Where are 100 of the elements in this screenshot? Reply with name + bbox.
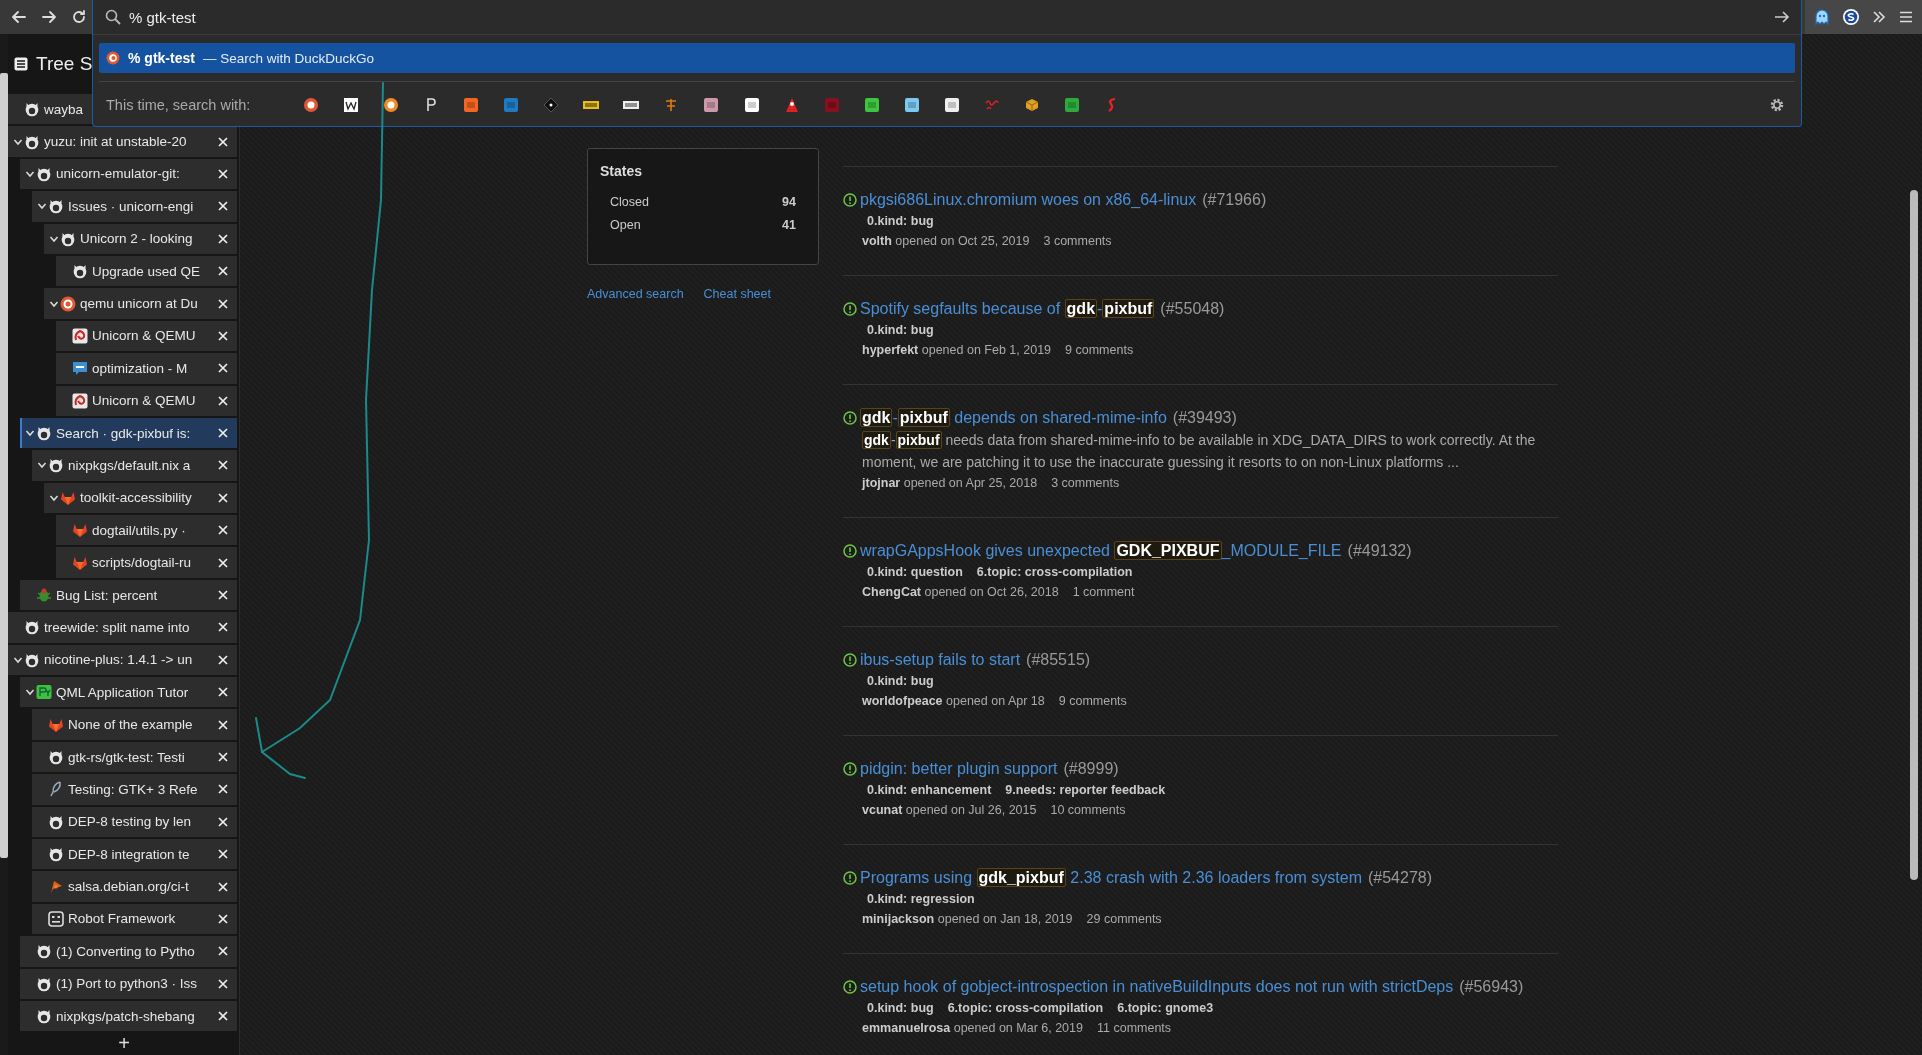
tree-tab[interactable]: Testing: GTK+ 3 Refe	[32, 774, 237, 805]
tree-tab[interactable]: DEP-8 integration te	[32, 839, 237, 870]
tree-tab[interactable]: treewide: split name into	[8, 612, 237, 643]
close-icon[interactable]	[217, 524, 229, 537]
tree-tab[interactable]: toolkit-accessibility	[44, 482, 237, 514]
close-icon[interactable]	[217, 232, 229, 245]
issue-label[interactable]: 6.topic: cross-compilation	[946, 1001, 1105, 1015]
tree-tab[interactable]: qemu unicorn at Du	[44, 288, 237, 319]
tree-tab[interactable]: nicotine-plus: 1.4.1 -> un	[8, 644, 237, 676]
issue-title-link[interactable]: pkgsi686Linux.chromium woes on x86_64-linux	[860, 191, 1197, 209]
search-engine-icon[interactable]	[303, 97, 319, 113]
reload-icon[interactable]	[70, 8, 88, 26]
close-icon[interactable]	[217, 329, 229, 342]
chevrons-icon[interactable]	[1871, 9, 1888, 25]
close-icon[interactable]	[217, 135, 229, 148]
link[interactable]: Cheat sheet	[703, 287, 771, 301]
issue-label[interactable]: 0.kind: bug	[866, 323, 935, 337]
search-engine-icon[interactable]	[743, 97, 760, 113]
tree-tab[interactable]: None of the example	[32, 709, 237, 740]
issue-title-link[interactable]: gdk-pixbuf depends on shared-mime-info	[860, 409, 1167, 427]
menu-icon[interactable]	[1898, 9, 1915, 25]
tree-tab[interactable]: nixpkgs/patch-shebang	[20, 1000, 237, 1032]
comment-count[interactable]: 9 comments	[1058, 694, 1127, 708]
issue-title-link[interactable]: Spotify segfaults because of gdk-pixbuf	[860, 300, 1155, 318]
caret-icon[interactable]	[24, 428, 35, 439]
search-engine-icon[interactable]	[343, 97, 360, 113]
tree-tab[interactable]: Upgrade used QE	[56, 255, 237, 287]
issue-label[interactable]: 0.kind: bug	[866, 214, 935, 228]
issue-title-link[interactable]: pidgin: better plugin support	[860, 760, 1058, 778]
tree-tab[interactable]: DEP-8 testing by len	[32, 806, 237, 837]
close-icon[interactable]	[217, 686, 229, 699]
comment-count[interactable]: 10 comments	[1050, 803, 1126, 817]
comment-count[interactable]: 3 comments	[1051, 476, 1120, 490]
tree-tab[interactable]: unicorn-emulator-git:	[20, 158, 237, 190]
back-icon[interactable]	[10, 8, 28, 26]
tree-tab[interactable]: Bug List: percent	[20, 579, 237, 611]
close-icon[interactable]	[217, 880, 229, 893]
close-icon[interactable]	[217, 977, 229, 990]
caret-icon[interactable]	[36, 201, 47, 212]
close-icon[interactable]	[217, 427, 229, 440]
close-icon[interactable]	[217, 556, 229, 569]
issue-label[interactable]: 0.kind: enhancement	[866, 783, 993, 797]
close-icon[interactable]	[217, 848, 229, 861]
forward-icon[interactable]	[40, 8, 58, 26]
close-icon[interactable]	[217, 200, 229, 213]
comment-count[interactable]: 29 comments	[1086, 912, 1162, 926]
close-icon[interactable]	[217, 783, 229, 796]
close-icon[interactable]	[217, 394, 229, 407]
ghost-icon[interactable]	[1812, 8, 1831, 26]
tree-tab[interactable]: Unicorn & QEMU	[56, 320, 237, 352]
tree-tab[interactable]: QML Application Tutor	[20, 677, 237, 708]
search-engine-icon[interactable]	[783, 97, 800, 113]
close-icon[interactable]	[217, 621, 229, 634]
issue-label[interactable]: 6.topic: cross-compilation	[975, 565, 1134, 579]
search-engine-icon[interactable]	[1023, 97, 1040, 113]
issue-title-link[interactable]: setup hook of gobject-introspection in nativeBuildInputs does not run with strictDeps	[860, 978, 1454, 996]
search-engine-icon[interactable]	[703, 97, 720, 113]
close-icon[interactable]	[217, 589, 229, 602]
tree-tab[interactable]: Issues · unicorn-engi	[32, 191, 237, 222]
tree-tab[interactable]: dogtail/utils.py ·	[56, 515, 237, 546]
close-icon[interactable]	[217, 815, 229, 828]
close-icon[interactable]	[217, 912, 229, 925]
comment-count[interactable]: 1 comment	[1072, 585, 1135, 599]
issue-title-link[interactable]: wrapGAppsHook gives unexpected GDK_PIXBUF_MODULE_FILE	[860, 542, 1342, 560]
search-engine-icon[interactable]	[943, 97, 960, 113]
search-engine-icon[interactable]	[863, 97, 880, 113]
tree-tab[interactable]: scripts/dogtail-ru	[56, 547, 237, 578]
search-engine-icon[interactable]	[383, 97, 400, 113]
tree-tab[interactable]: (1) Converting to Pytho	[20, 936, 237, 967]
issue-label[interactable]: 6.topic: gnome3	[1116, 1001, 1215, 1015]
tree-tab[interactable]: nixpkgs/default.nix a	[32, 450, 237, 481]
close-icon[interactable]	[217, 718, 229, 731]
tree-tab[interactable]: gtk-rs/gtk-test: Testi	[32, 741, 237, 773]
close-icon[interactable]	[217, 945, 229, 958]
tree-tab[interactable]: (1) Port to python3 · Iss	[20, 968, 237, 999]
close-icon[interactable]	[217, 653, 229, 666]
close-icon[interactable]	[217, 1010, 229, 1023]
issue-label[interactable]: 0.kind: bug	[866, 1001, 935, 1015]
tree-tab[interactable]: salsa.debian.org/ci-t	[32, 871, 237, 902]
url-field[interactable]: % gtk-test	[129, 5, 1765, 29]
close-icon[interactable]	[217, 491, 229, 504]
close-icon[interactable]	[217, 167, 229, 180]
search-suggestion[interactable]: % gtk-test — Search with DuckDuckGo	[99, 43, 1795, 73]
issue-label[interactable]: 0.kind: bug	[866, 674, 935, 688]
tree-tab[interactable]: Unicorn 2 - looking	[44, 223, 237, 254]
close-icon[interactable]	[217, 459, 229, 472]
comment-count[interactable]: 3 comments	[1043, 234, 1112, 248]
s-circle-icon[interactable]	[1841, 8, 1860, 26]
caret-icon[interactable]	[36, 460, 47, 471]
link[interactable]: Advanced search	[587, 287, 684, 301]
issue-label[interactable]: 9.needs: reporter feedback	[1004, 783, 1167, 797]
close-icon[interactable]	[217, 297, 229, 310]
tree-tab[interactable]: optimization - M	[56, 353, 237, 384]
issue-label[interactable]: 0.kind: question	[866, 565, 964, 579]
issue-title-link[interactable]: ibus-setup fails to start	[860, 651, 1021, 669]
close-icon[interactable]	[217, 362, 229, 375]
search-engine-icon[interactable]	[903, 97, 920, 113]
comment-count[interactable]: 9 comments	[1065, 343, 1134, 357]
tree-tab[interactable]: yuzu: init at unstable-20	[8, 126, 237, 157]
close-icon[interactable]	[217, 265, 229, 278]
